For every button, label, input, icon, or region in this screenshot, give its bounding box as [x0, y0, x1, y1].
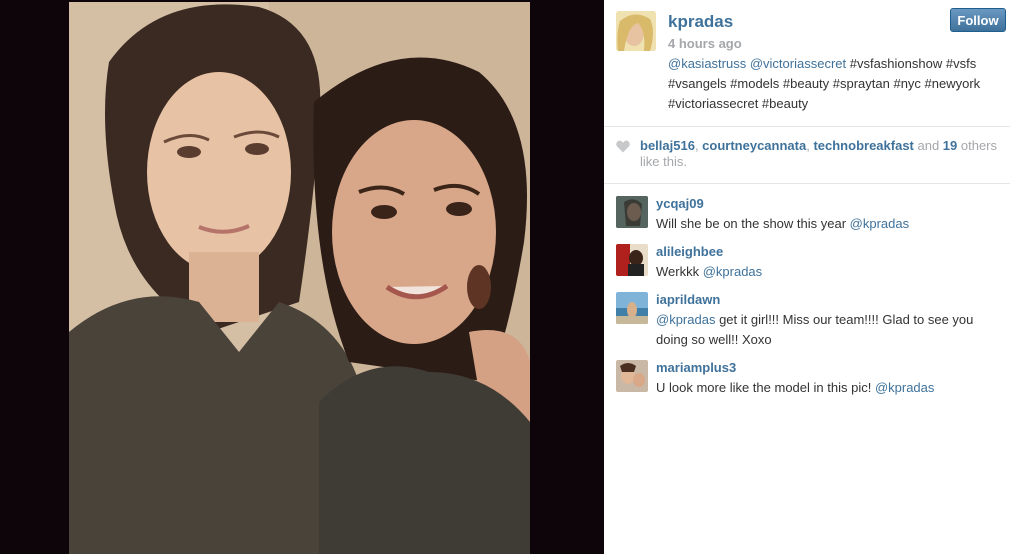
heart-icon[interactable] [616, 140, 630, 153]
caption-mention-victoriassecret[interactable]: @victoriassecret [750, 56, 846, 71]
comment-text: Will she be on the show this year @kprad… [656, 214, 1006, 234]
owner-username[interactable]: kpradas [668, 12, 733, 32]
comment-text: U look more like the model in this pic! … [656, 378, 1006, 398]
comment-username[interactable]: iaprildawn [656, 292, 720, 307]
commenter-avatar[interactable] [616, 292, 648, 324]
comment-text: Werkkk @kpradas [656, 262, 1006, 282]
commenter-avatar[interactable] [616, 244, 648, 276]
photo-panel [0, 0, 604, 554]
comment-username[interactable]: mariamplus3 [656, 360, 736, 375]
liker-technobreakfast[interactable]: technobreakfast [813, 138, 913, 153]
divider [604, 126, 1010, 127]
avatar-image [616, 196, 648, 228]
likes-and-text: and [913, 138, 943, 153]
commenter-avatar[interactable] [616, 196, 648, 228]
comment-item: alileighbee Werkkk @kpradas [616, 244, 1006, 284]
likes-section: bellaj516, courtneycannata, technobreakf… [616, 138, 1006, 170]
comment-body: Will she be on the show this year [656, 216, 850, 231]
commenter-avatar[interactable] [616, 360, 648, 392]
avatar-image [616, 244, 648, 276]
likes-count[interactable]: 19 [943, 138, 957, 153]
comment-username[interactable]: alileighbee [656, 244, 723, 259]
comment-body: U look more like the model in this pic! [656, 380, 875, 395]
avatar-image [616, 292, 648, 324]
comment-item: ycqaj09 Will she be on the show this yea… [616, 196, 1006, 236]
post-caption: @kasiastruss @victoriassecret #vsfashion… [668, 54, 1008, 114]
comment-username[interactable]: ycqaj09 [656, 196, 704, 211]
comment-mention[interactable]: @kpradas [875, 380, 934, 395]
comment-item: mariamplus3 U look more like the model i… [616, 360, 1006, 400]
owner-avatar[interactable] [616, 11, 656, 51]
comment-mention[interactable]: @kpradas [850, 216, 909, 231]
comment-item: iaprildawn @kpradas get it girl!!! Miss … [616, 292, 1006, 352]
liker-bellaj516[interactable]: bellaj516 [640, 138, 695, 153]
post-timestamp[interactable]: 4 hours ago [668, 36, 742, 51]
selfie-illustration [69, 2, 530, 554]
comment-text: @kpradas get it girl!!! Miss our team!!!… [656, 310, 1006, 350]
comment-mention[interactable]: @kpradas [656, 312, 715, 327]
liker-courtneycannata[interactable]: courtneycannata [702, 138, 806, 153]
post-sidebar: kpradas 4 hours ago Follow @kasiastruss … [604, 0, 1010, 554]
divider [604, 183, 1010, 184]
follow-button[interactable]: Follow [950, 8, 1006, 32]
post-photo[interactable] [69, 2, 530, 554]
likes-text: bellaj516, courtneycannata, technobreakf… [616, 138, 1006, 170]
comment-mention[interactable]: @kpradas [703, 264, 762, 279]
comment-body: Werkkk [656, 264, 703, 279]
caption-mention-kasiastruss[interactable]: @kasiastruss [668, 56, 746, 71]
avatar-image [616, 11, 656, 51]
avatar-image [616, 360, 648, 392]
